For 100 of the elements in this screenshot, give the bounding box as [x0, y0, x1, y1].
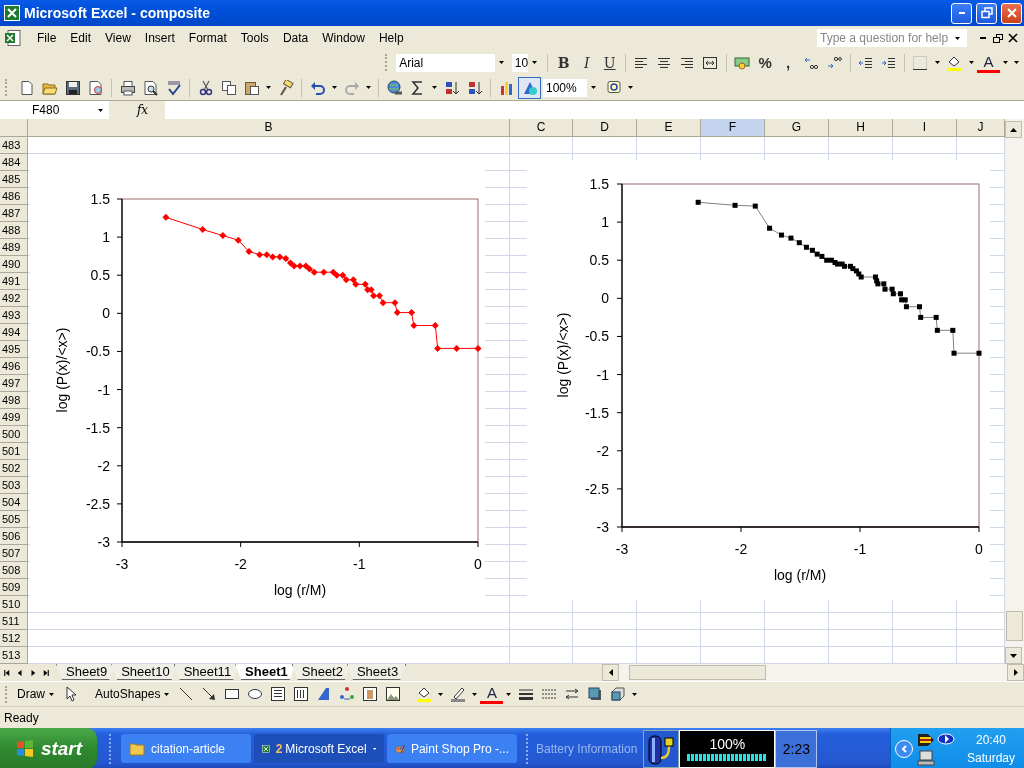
tray-shield-icon[interactable] [917, 731, 935, 748]
battery-plug-icon[interactable] [643, 729, 680, 768]
line-style-icon[interactable] [517, 686, 534, 702]
row-header[interactable]: 485 [0, 171, 28, 188]
line-color-icon[interactable] [449, 686, 466, 702]
caret-icon[interactable] [49, 692, 54, 696]
row-header[interactable]: 502 [0, 460, 28, 477]
font-size-field[interactable]: 10 [511, 53, 542, 72]
number-format-button[interactable]: % [753, 51, 777, 74]
row-header[interactable]: 490 [0, 256, 28, 273]
windows-logo-icon[interactable] [14, 738, 35, 759]
taskbar-button[interactable]: Paint Shop Pro -... [387, 734, 517, 763]
row-header[interactable]: 499 [0, 409, 28, 426]
diagram-icon[interactable] [338, 686, 355, 702]
caret-icon[interactable] [591, 86, 596, 89]
font-name-field[interactable]: Arial [396, 53, 508, 72]
caret-icon[interactable] [935, 61, 940, 64]
column-header[interactable]: G [765, 119, 829, 137]
sheet-tab[interactable]: Sheet3 [346, 664, 407, 680]
merge-center-icon[interactable] [702, 54, 719, 71]
minimize-button[interactable] [951, 2, 972, 24]
row-header[interactable]: 500 [0, 426, 28, 443]
row-header[interactable]: 486 [0, 188, 28, 205]
menu-item[interactable]: Insert [137, 29, 182, 47]
chart-wizard-icon[interactable] [498, 79, 515, 96]
scroll-thumb[interactable] [629, 665, 766, 680]
tray-eye-icon[interactable] [937, 731, 955, 746]
caret-icon[interactable] [969, 61, 974, 64]
column-header[interactable]: F [701, 119, 765, 137]
picture-icon[interactable] [384, 686, 401, 702]
fill-color-icon[interactable] [415, 686, 432, 702]
caret-icon[interactable] [98, 108, 103, 112]
text-box-icon[interactable] [269, 686, 286, 702]
column-header[interactable]: D [573, 119, 637, 137]
dash-style-icon[interactable] [540, 686, 557, 702]
taskbar-button[interactable]: 2 Microsoft Excel [254, 734, 384, 763]
menu-item[interactable]: Edit [63, 29, 99, 47]
caret-icon[interactable] [955, 36, 960, 40]
caret-icon[interactable] [506, 692, 512, 696]
paste-icon[interactable] [243, 79, 260, 96]
menu-item[interactable]: Help [371, 29, 411, 47]
menu-item[interactable]: Tools [233, 29, 276, 47]
sheet-tab[interactable]: Sheet10 [111, 664, 178, 680]
row-header[interactable]: 507 [0, 545, 28, 562]
row-header[interactable]: 494 [0, 324, 28, 341]
help-search-field[interactable]: Type a question for help [817, 29, 967, 47]
caret-icon[interactable] [628, 86, 633, 89]
tray-computer-icon[interactable] [917, 749, 935, 766]
row-header[interactable]: 497 [0, 375, 28, 392]
permission-icon[interactable] [87, 79, 104, 96]
menu-item[interactable]: Data [275, 29, 316, 47]
row-header[interactable]: 503 [0, 477, 28, 494]
row-header[interactable]: 483 [0, 137, 28, 154]
save-icon[interactable] [64, 79, 81, 96]
vertical-text-box-icon[interactable] [292, 686, 309, 702]
row-header[interactable]: 504 [0, 494, 28, 511]
row-header[interactable]: 508 [0, 562, 28, 579]
row-header[interactable]: 498 [0, 392, 28, 409]
row-header[interactable]: 509 [0, 579, 28, 596]
caret-icon[interactable] [164, 692, 170, 696]
caret-icon[interactable] [438, 692, 444, 696]
scroll-up-button[interactable] [1005, 121, 1022, 138]
row-header[interactable]: 484 [0, 154, 28, 171]
row-header[interactable]: 506 [0, 528, 28, 545]
caret-icon[interactable] [266, 86, 271, 89]
oval-icon[interactable] [246, 686, 263, 702]
scroll-right-button[interactable] [1007, 664, 1024, 681]
close-button[interactable] [1001, 2, 1022, 24]
new-document-icon[interactable] [18, 79, 35, 96]
text-style-button[interactable]: I [575, 51, 599, 74]
scroll-left-button[interactable] [602, 664, 619, 681]
minimize-icon[interactable] [979, 37, 986, 39]
scroll-down-button[interactable] [1005, 647, 1022, 664]
up-arrow-icon[interactable] [1010, 127, 1017, 132]
caret-icon[interactable] [1003, 61, 1008, 64]
menu-item[interactable]: File [30, 29, 64, 47]
copy-icon[interactable] [220, 79, 237, 96]
font-color-button[interactable]: A [480, 684, 504, 704]
caret-icon[interactable] [366, 86, 371, 89]
print-icon[interactable] [119, 79, 136, 96]
caret-icon[interactable] [532, 61, 538, 64]
chevron-left-icon[interactable] [901, 744, 907, 753]
column-header[interactable]: C [510, 119, 573, 137]
insert-function-button[interactable]: fx [110, 101, 165, 119]
row-header[interactable]: 491 [0, 273, 28, 290]
sort-ascending-icon[interactable] [443, 79, 460, 96]
arrow-icon[interactable] [200, 686, 217, 702]
start-button[interactable]: start [0, 728, 97, 768]
rectangle-icon[interactable] [223, 686, 240, 702]
fill-color-icon[interactable] [946, 54, 963, 71]
sheet-tab[interactable]: Sheet9 [56, 664, 116, 680]
left-arrow-icon[interactable] [608, 669, 613, 676]
column-header[interactable]: B [28, 119, 510, 137]
sheet-tab[interactable]: Sheet2 [291, 664, 351, 680]
row-header[interactable]: 493 [0, 307, 28, 324]
row-header[interactable]: 488 [0, 222, 28, 239]
sheet-tab[interactable]: Sheet1 [235, 664, 296, 680]
column-header[interactable]: I [893, 119, 957, 137]
3d-icon[interactable] [609, 686, 626, 702]
line-icon[interactable] [177, 686, 194, 702]
